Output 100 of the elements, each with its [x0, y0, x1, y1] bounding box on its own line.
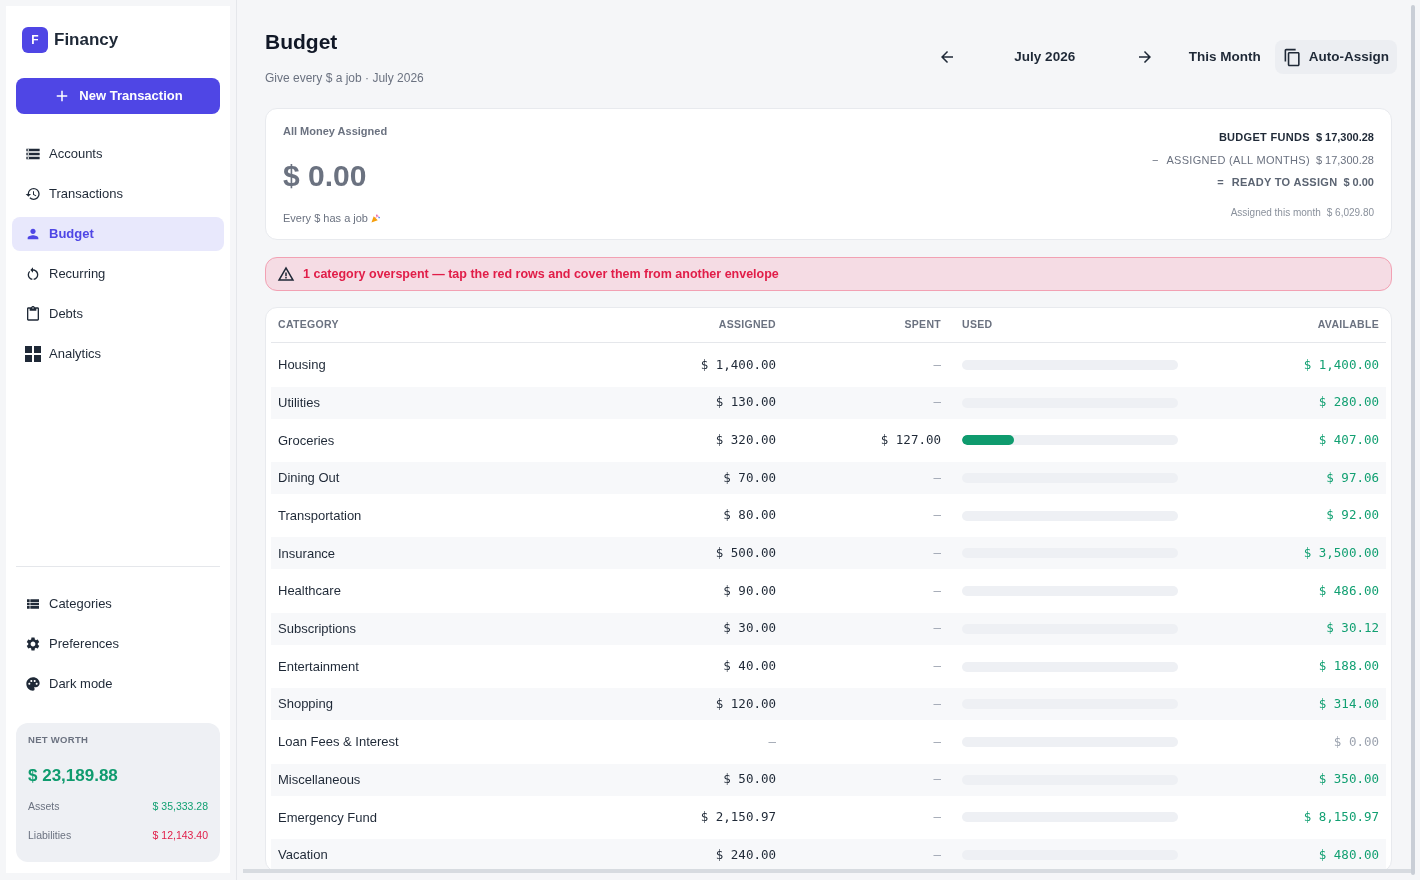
funds-value: $ 17,300.28: [1315, 152, 1374, 167]
funds-label: ASSIGNED (ALL MONTHS): [1166, 152, 1310, 167]
grid-icon: [25, 346, 41, 362]
assigned-amount: $ 320.00: [715, 431, 776, 449]
spent-amount: –: [933, 732, 941, 751]
category-name: Dining Out: [278, 469, 340, 488]
column-header: USED: [961, 317, 993, 333]
available-amount: $ 92.00: [1326, 506, 1379, 525]
spent-amount: –: [933, 694, 941, 713]
summary-note: Every $ has a job: [283, 211, 368, 225]
palette-icon: [25, 676, 41, 692]
column-header: CATEGORY: [278, 317, 339, 333]
assigned-amount: $ 130.00: [715, 393, 776, 412]
assigned-amount: $ 40.00: [723, 657, 776, 676]
category-name: Groceries: [278, 431, 335, 450]
this-month-button[interactable]: This Month: [1178, 40, 1271, 74]
assigned-amount: $ 90.00: [723, 581, 776, 600]
available-amount: $ 8,150.97: [1303, 807, 1379, 826]
nav-item[interactable]: Dark mode: [12, 667, 224, 701]
category-name: Utilities: [278, 393, 320, 412]
spent-amount: –: [933, 770, 941, 789]
column-header: ASSIGNED: [718, 317, 776, 333]
spent-amount: $ 127.00: [880, 431, 941, 449]
assigned-amount: $ 1,400.00: [700, 355, 776, 374]
auto-assign-button[interactable]: Auto-Assign: [1274, 40, 1397, 74]
stat-value: $ 35,333.28: [152, 799, 208, 813]
operator-sign: −: [1152, 152, 1159, 167]
nav-item[interactable]: Accounts: [12, 137, 224, 171]
app-name: Financy: [54, 29, 119, 52]
page-title: Budget: [265, 29, 338, 55]
copy-icon: [1282, 47, 1302, 67]
list-icon: [25, 596, 41, 612]
category-name: Healthcare: [278, 582, 341, 601]
settings-icon: [25, 636, 41, 652]
available-amount: $ 486.00: [1318, 581, 1379, 600]
column-header: SPENT: [904, 317, 941, 333]
net-worth-value: $ 23,189.88: [28, 765, 118, 787]
nav-item[interactable]: Analytics: [12, 337, 224, 371]
history-icon: [25, 186, 41, 202]
spent-amount: –: [933, 544, 941, 563]
nav-item[interactable]: Preferences: [12, 627, 224, 661]
spent-amount: –: [933, 506, 941, 525]
nav-item[interactable]: Debts: [12, 297, 224, 331]
summary-title: All Money Assigned: [283, 124, 388, 138]
category-name: Insurance: [278, 544, 336, 563]
category-name: Emergency Fund: [278, 808, 377, 827]
month-label: July 2026: [1013, 47, 1077, 66]
nav-item[interactable]: Transactions: [12, 177, 224, 211]
warning-icon: [277, 265, 295, 283]
spent-amount: –: [933, 468, 941, 487]
stat-value: $ 12,143.40: [152, 828, 208, 842]
spent-amount: –: [933, 355, 941, 374]
category-name: Miscellaneous: [278, 770, 361, 789]
party-popper-icon: [371, 213, 380, 223]
clipboard-icon: [25, 306, 41, 322]
month-assigned-value: $ 6,029.80: [1326, 206, 1374, 219]
nav-item[interactable]: Recurring: [12, 257, 224, 291]
available-amount: $ 314.00: [1318, 694, 1379, 713]
stat-label: Liabilities: [28, 828, 72, 842]
assigned-amount: $ 240.00: [715, 845, 776, 864]
spent-amount: –: [933, 581, 941, 600]
spent-amount: –: [933, 807, 941, 826]
assigned-amount: $ 120.00: [715, 694, 776, 713]
operator-sign: =: [1217, 175, 1224, 189]
available-amount: $ 97.06: [1326, 468, 1379, 487]
stacked-bars-icon: [25, 146, 41, 162]
assigned-amount: $ 500.00: [715, 544, 776, 563]
available-amount: $ 280.00: [1318, 393, 1379, 412]
net-worth-label: NET WORTH: [28, 734, 89, 746]
funds-label: BUDGET FUNDS: [1218, 130, 1310, 144]
nav-item[interactable]: Budget: [12, 217, 224, 251]
funds-value: $ 0.00: [1343, 175, 1374, 189]
available-amount: $ 188.00: [1318, 657, 1379, 676]
vertical-scrollbar[interactable]: [1411, 5, 1415, 875]
available-amount: $ 480.00: [1318, 845, 1379, 864]
available-amount: $ 0.00: [1333, 732, 1379, 751]
category-name: Loan Fees & Interest: [278, 733, 399, 752]
summary-amount: $ 0.00: [283, 158, 367, 194]
page-subtitle: Give every $ a job · July 2026: [265, 70, 424, 86]
alert-message: 1 category overspent — tap the red rows and cover them from another envelope: [303, 265, 779, 283]
available-amount: $ 3,500.00: [1303, 544, 1379, 563]
assigned-amount: $ 70.00: [723, 468, 776, 487]
person-icon: [25, 226, 41, 242]
spent-amount: –: [933, 657, 941, 676]
category-name: Entertainment: [278, 657, 359, 676]
category-name: Vacation: [278, 846, 328, 865]
stat-label: Assets: [28, 799, 60, 813]
spent-amount: –: [933, 393, 941, 412]
available-amount: $ 1,400.00: [1303, 355, 1379, 374]
assigned-amount: –: [768, 732, 776, 751]
funds-label: READY TO ASSIGN: [1231, 175, 1338, 189]
column-header: AVAILABLE: [1317, 317, 1379, 333]
nav-item[interactable]: Categories: [12, 587, 224, 621]
assigned-amount: $ 2,150.97: [700, 807, 776, 826]
assigned-amount: $ 30.00: [723, 619, 776, 638]
available-amount: $ 407.00: [1318, 431, 1379, 449]
category-name: Transportation: [278, 507, 362, 525]
assigned-amount: $ 80.00: [723, 506, 776, 525]
category-name: Subscriptions: [278, 620, 357, 639]
new-transaction-button[interactable]: New Transaction: [16, 78, 220, 114]
